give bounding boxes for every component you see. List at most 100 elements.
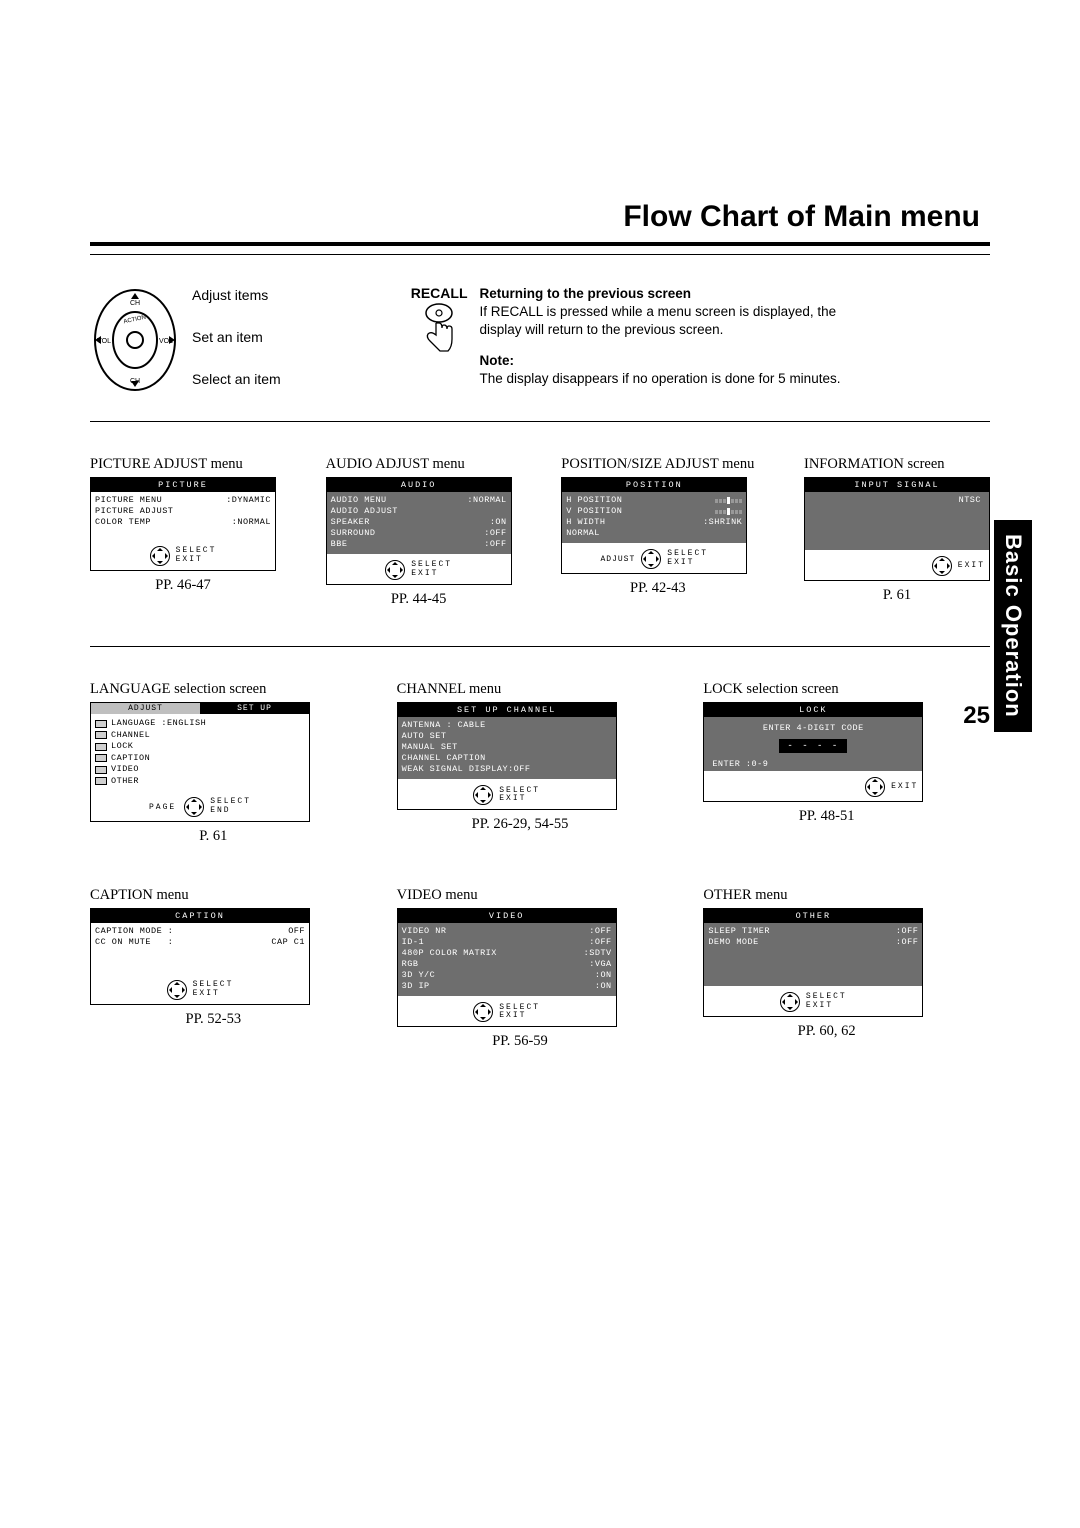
osd-text: SURROUND	[331, 528, 376, 539]
channel-block: CHANNEL menu SET UP CHANNEL ANTENNA : CA…	[397, 681, 644, 845]
osd-text: AUDIO ADJUST	[331, 506, 398, 517]
caption-osd: CAPTION CAPTION MODE :OFF CC ON MUTE :CA…	[90, 908, 310, 1005]
section-tab: Basic Operation	[994, 520, 1032, 732]
list-item: LOCK	[95, 741, 305, 752]
footer-exit: EXIT	[667, 559, 694, 568]
osd-text: :OFF	[896, 926, 918, 937]
osd-text: :OFF	[589, 937, 611, 948]
note-heading: Note:	[480, 352, 841, 370]
footer-exit: EXIT	[499, 1012, 526, 1021]
language-caption: LANGUAGE selection screen	[90, 681, 266, 698]
information-caption: INFORMATION screen	[804, 456, 945, 473]
osd-text: 3D Y/C	[402, 970, 436, 981]
footer-exit: EXIT	[806, 1002, 833, 1011]
osd-text: 480P COLOR MATRIX	[402, 948, 497, 959]
osd-text: :ON	[490, 517, 507, 528]
osd-text: LOCK	[111, 741, 133, 752]
lock-caption: LOCK selection screen	[703, 681, 838, 698]
footer-exit: EXIT	[176, 556, 203, 565]
osd-text: :NORMAL	[232, 517, 271, 528]
list-item: CAPTION	[95, 753, 305, 764]
other-osd: OTHER SLEEP TIMER:OFF DEMO MODE:OFF SELE…	[703, 908, 923, 1017]
lock-digits: - - - -	[779, 739, 847, 753]
dpad-icon	[473, 785, 493, 805]
osd-text: :OFF	[896, 937, 918, 948]
channel-caption: CHANNEL menu	[397, 681, 502, 698]
osd-text: :OFF	[484, 528, 506, 539]
recall-text: Returning to the previous screen If RECA…	[480, 285, 840, 340]
dpad-icon	[150, 546, 170, 566]
osd-text: :ON	[595, 981, 612, 992]
osd-text: RGB	[402, 959, 419, 970]
caption-pp: PP. 52-53	[90, 1011, 337, 1028]
video-osd-title: VIDEO	[398, 909, 616, 923]
dpad-icon	[780, 992, 800, 1012]
osd-text: :SHRINK	[703, 517, 742, 528]
page-number: 25	[963, 702, 990, 730]
position-caption: POSITION/SIZE ADJUST menu	[561, 456, 754, 473]
dpad-icon	[167, 980, 187, 1000]
language-osd: ADJUST SET UP LANGUAGE :ENGLISH CHANNEL …	[90, 702, 310, 822]
other-caption: OTHER menu	[703, 887, 787, 904]
osd-text: :DYNAMIC	[226, 495, 271, 506]
osd-text: CHANNEL CAPTION	[402, 753, 486, 764]
osd-text: AUTO SET	[402, 731, 447, 742]
channel-pp: PP. 26-29, 54-55	[397, 816, 644, 833]
footer-exit: EXIT	[411, 570, 438, 579]
position-osd: POSITION H POSITION V POSITION H WIDTH:S…	[561, 477, 747, 574]
recall-heading: Returning to the previous screen	[480, 285, 840, 303]
osd-text: H WIDTH	[566, 517, 605, 528]
caption-osd-title: CAPTION	[91, 909, 309, 923]
osd-text: ANTENNA : CABLE	[402, 720, 486, 731]
list-item: LANGUAGE :ENGLISH	[95, 718, 305, 729]
footer-adjust: ADJUST	[600, 555, 635, 564]
other-block: OTHER menu OTHER SLEEP TIMER:OFF DEMO MO…	[703, 887, 950, 1050]
osd-text: V POSITION	[566, 506, 622, 517]
menu-item-icon	[95, 731, 107, 739]
remote-dpad-icon: CH CH VOL VOL ACTION	[90, 285, 180, 395]
language-block: LANGUAGE selection screen ADJUST SET UP …	[90, 681, 337, 845]
osd-text: CAPTION MODE :	[95, 926, 173, 937]
dpad-icon	[473, 1002, 493, 1022]
dpad-icon	[385, 560, 405, 580]
video-osd: VIDEO VIDEO NR:OFF ID-1:OFF 480P COLOR M…	[397, 908, 617, 1027]
recall-body: If RECALL is pressed while a menu screen…	[480, 304, 837, 337]
position-pp: PP. 42-43	[561, 580, 754, 597]
picture-osd: PICTURE PICTURE MENU:DYNAMIC PICTURE ADJ…	[90, 477, 276, 571]
video-block: VIDEO menu VIDEO VIDEO NR:OFF ID-1:OFF 4…	[397, 887, 644, 1050]
lock-osd-title: LOCK	[704, 703, 922, 717]
note-body: The display disappears if no operation i…	[480, 371, 841, 386]
menu-item-icon	[95, 766, 107, 774]
osd-text: ID-1	[402, 937, 424, 948]
lock-pp: PP. 48-51	[703, 808, 950, 825]
audio-osd: AUDIO AUDIO MENU:NORMAL AUDIO ADJUST SPE…	[326, 477, 512, 585]
osd-text: :ON	[595, 970, 612, 981]
dpad-icon	[184, 797, 204, 817]
lock-block: LOCK selection screen LOCK ENTER 4-DIGIT…	[703, 681, 950, 845]
osd-text: WEAK SIGNAL DISPLAY:OFF	[402, 764, 531, 775]
osd-text: CAPTION	[111, 753, 150, 764]
bar-indicator-icon	[715, 495, 742, 506]
footer-exit: EXIT	[193, 990, 220, 999]
rule-thick	[90, 242, 990, 246]
osd-text: SPEAKER	[331, 517, 370, 528]
caption-menu-caption: CAPTION menu	[90, 887, 189, 904]
osd-text: OTHER	[111, 776, 139, 787]
osd-text: 3D IP	[402, 981, 430, 992]
recall-hand-icon	[418, 303, 460, 355]
osd-text: DEMO MODE	[708, 937, 758, 948]
information-block: INFORMATION screen INPUT SIGNAL NTSC EXI…	[804, 456, 990, 608]
other-pp: PP. 60, 62	[703, 1023, 950, 1040]
audio-osd-title: AUDIO	[327, 478, 511, 492]
language-pp: P. 61	[90, 828, 337, 845]
picture-adjust-block: PICTURE ADJUST menu PICTURE PICTURE MENU…	[90, 456, 276, 608]
channel-osd: SET UP CHANNEL ANTENNA : CABLE AUTO SET …	[397, 702, 617, 810]
audio-caption: AUDIO ADJUST menu	[326, 456, 465, 473]
menu-item-icon	[95, 743, 107, 751]
osd-text: PICTURE MENU	[95, 495, 162, 506]
bar-indicator-icon	[715, 506, 742, 517]
set-label: Set an item	[192, 329, 281, 345]
osd-text: :OFF	[484, 539, 506, 550]
audio-adjust-block: AUDIO ADJUST menu AUDIO AUDIO MENU:NORMA…	[326, 456, 512, 608]
dpad-icon	[641, 549, 661, 569]
